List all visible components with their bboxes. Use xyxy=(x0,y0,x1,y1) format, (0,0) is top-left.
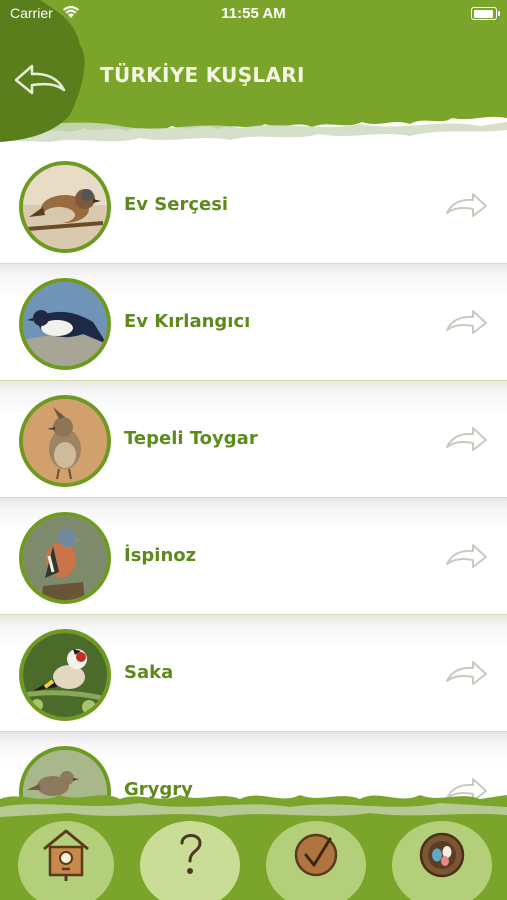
status-bar: Carrier 11:55 AM xyxy=(0,0,507,28)
list-item[interactable]: Tepeli Toygar xyxy=(0,381,507,498)
forward-arrow-icon[interactable] xyxy=(444,189,490,223)
back-arrow-icon xyxy=(14,64,66,95)
bird-name: Ev Kırlangıcı xyxy=(124,311,251,332)
tab-nest[interactable] xyxy=(412,825,472,885)
bird-list: Ev Serçesi Ev Kırlangıcı Tepeli Toygar İ… xyxy=(0,147,507,849)
tab-home[interactable] xyxy=(36,825,96,885)
clock: 11:55 AM xyxy=(221,5,286,22)
list-item[interactable]: Ev Kırlangıcı xyxy=(0,264,507,381)
checkmark-icon xyxy=(294,833,338,877)
birdhouse-icon xyxy=(43,829,89,881)
forward-arrow-icon[interactable] xyxy=(444,540,490,574)
bird-name: Tepeli Toygar xyxy=(124,428,258,449)
list-item[interactable]: Saka xyxy=(0,615,507,732)
forward-arrow-icon[interactable] xyxy=(444,657,490,691)
list-item[interactable]: Ev Serçesi xyxy=(0,147,507,264)
bird-photo xyxy=(19,629,111,721)
tab-checklist[interactable] xyxy=(286,825,346,885)
forward-arrow-icon[interactable] xyxy=(444,423,490,457)
tab-help[interactable] xyxy=(160,825,220,885)
list-item[interactable]: İspinoz xyxy=(0,498,507,615)
question-icon xyxy=(180,834,202,874)
bird-photo xyxy=(19,512,111,604)
back-button[interactable] xyxy=(12,58,68,102)
nest-eggs-icon xyxy=(419,832,465,878)
tab-bar xyxy=(0,785,507,900)
bird-photo xyxy=(19,161,111,253)
bird-photo xyxy=(19,278,111,370)
battery-icon xyxy=(471,7,500,20)
bird-name: Ev Serçesi xyxy=(124,194,229,215)
page-title: TÜRKİYE KUŞLARI xyxy=(100,63,305,87)
bird-name: İspinoz xyxy=(124,545,197,566)
bird-photo xyxy=(19,395,111,487)
bird-name: Saka xyxy=(124,662,174,683)
forward-arrow-icon[interactable] xyxy=(444,306,490,340)
